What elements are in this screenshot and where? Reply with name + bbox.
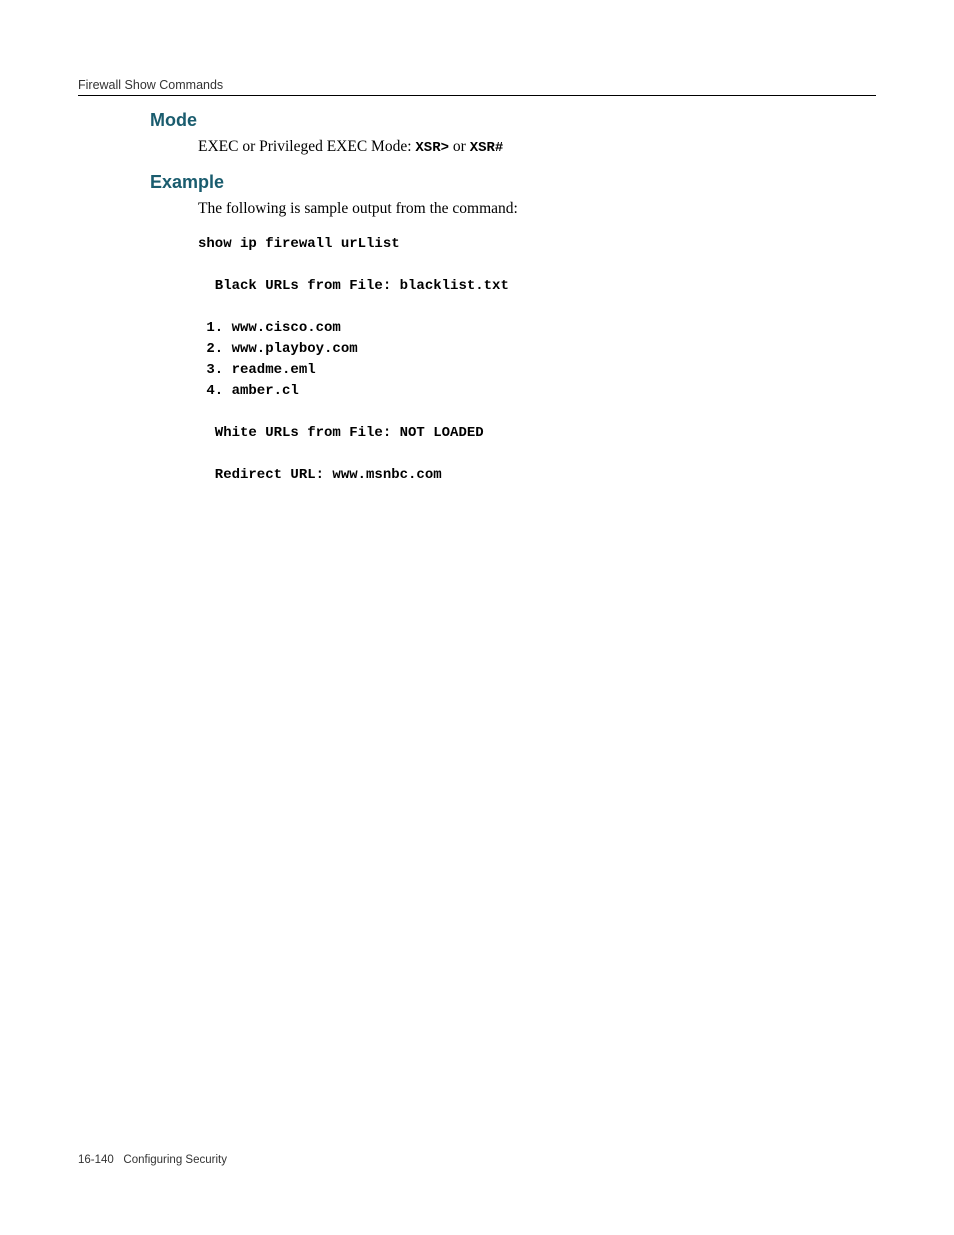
mode-code-2: XSR# [470, 140, 504, 156]
running-header-text: Firewall Show Commands [78, 78, 223, 92]
mode-code-1: XSR> [415, 140, 449, 156]
mode-text-prefix: EXEC or Privileged EXEC Mode: [198, 138, 415, 155]
page-content: Mode EXEC or Privileged EXEC Mode: XSR> … [150, 110, 876, 486]
mode-heading: Mode [150, 110, 876, 131]
header-rule [78, 95, 876, 96]
mode-text: EXEC or Privileged EXEC Mode: XSR> or XS… [150, 137, 876, 158]
mode-text-middle: or [449, 138, 470, 155]
footer-page-ref: 16-140 [78, 1154, 114, 1166]
footer-chapter: Configuring Security [123, 1154, 227, 1166]
running-header: Firewall Show Commands [78, 78, 876, 92]
page-footer: 16-140 Configuring Security [78, 1154, 227, 1166]
example-heading: Example [150, 172, 876, 193]
example-intro: The following is sample output from the … [150, 199, 876, 220]
example-code-block: show ip firewall urLlist Black URLs from… [150, 234, 876, 486]
